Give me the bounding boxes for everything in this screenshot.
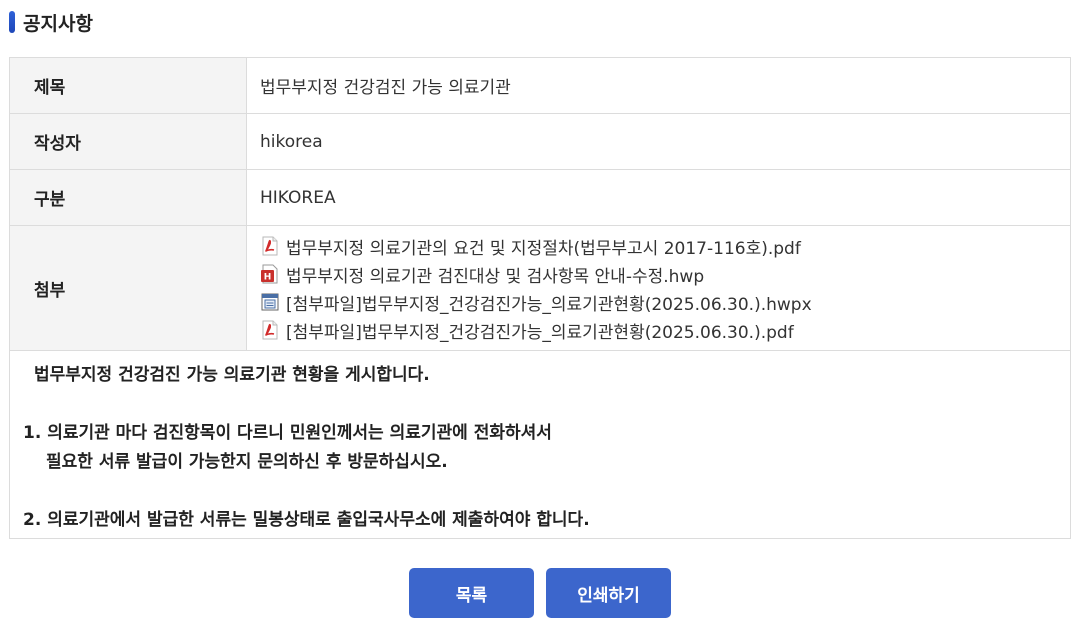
author-label: 작성자 xyxy=(9,113,247,170)
title-value: 법무부지정 건강검진 가능 의료기관 xyxy=(246,57,1071,114)
attachment-link[interactable]: 법무부지정 의료기관의 요건 및 지정절차(법무부고시 2017-116호).p… xyxy=(260,232,1070,260)
author-value: hikorea xyxy=(246,113,1071,170)
category-row: 구분 HIKOREA xyxy=(9,169,1071,226)
notice-detail-table: 제목 법무부지정 건강검진 가능 의료기관 작성자 hikorea 구분 HIK… xyxy=(9,57,1071,539)
attachments-label: 첨부 xyxy=(9,225,247,351)
hwpx-file-icon xyxy=(261,293,279,311)
attachment-link[interactable]: H 법무부지정 의료기관 검진대상 및 검사항목 안내-수정.hwp xyxy=(260,260,1070,288)
list-button[interactable]: 목록 xyxy=(409,568,534,618)
content-row: 법무부지정 건강검진 가능 의료기관 현황을 게시합니다. 1. 의료기관 마다… xyxy=(9,350,1071,539)
post-content: 법무부지정 건강검진 가능 의료기관 현황을 게시합니다. 1. 의료기관 마다… xyxy=(9,350,1071,539)
hwp-file-icon: H xyxy=(261,264,278,284)
page-title: 공지사항 xyxy=(23,12,93,35)
attachment-name: 법무부지정 의료기관 검진대상 및 검사항목 안내-수정.hwp xyxy=(286,266,705,287)
title-label: 제목 xyxy=(9,57,247,114)
pdf-file-icon xyxy=(262,236,278,256)
title-row: 제목 법무부지정 건강검진 가능 의료기관 xyxy=(9,57,1071,114)
attachment-name: 법무부지정 의료기관의 요건 및 지정절차(법무부고시 2017-116호).p… xyxy=(286,238,801,259)
attachment-list: 법무부지정 의료기관의 요건 및 지정절차(법무부고시 2017-116호).p… xyxy=(246,225,1071,351)
pdf-file-icon xyxy=(262,320,278,340)
category-value: HIKOREA xyxy=(246,169,1071,226)
content-line: 2. 의료기관에서 발급한 서류는 밀봉상태로 출입국사무소에 제출하여야 합니… xyxy=(23,510,590,530)
button-row: 목록 인쇄하기 xyxy=(0,568,1077,618)
svg-text:H: H xyxy=(264,273,272,283)
title-accent-bar xyxy=(9,11,15,33)
author-row: 작성자 hikorea xyxy=(9,113,1071,170)
attachment-name: [첨부파일]법무부지정_건강검진가능_의료기관현황(2025.06.30.).p… xyxy=(286,322,794,343)
print-button[interactable]: 인쇄하기 xyxy=(546,568,671,618)
category-label: 구분 xyxy=(9,169,247,226)
content-line: 법무부지정 건강검진 가능 의료기관 현황을 게시합니다. xyxy=(34,365,430,385)
attachment-name: [첨부파일]법무부지정_건강검진가능_의료기관현황(2025.06.30.).h… xyxy=(286,294,812,315)
content-line: 1. 의료기관 마다 검진항목이 다르니 민원인께서는 의료기관에 전화하셔서 xyxy=(23,423,552,443)
content-line: 필요한 서류 발급이 가능한지 문의하신 후 방문하십시오. xyxy=(46,452,448,472)
attachment-link[interactable]: [첨부파일]법무부지정_건강검진가능_의료기관현황(2025.06.30.).h… xyxy=(260,288,1070,316)
section-title: 공지사항 xyxy=(9,10,93,35)
attachments-row: 첨부 법무부지정 의료기관의 요건 및 지정절차(법무부고시 2017-116호… xyxy=(9,225,1071,351)
attachment-link[interactable]: [첨부파일]법무부지정_건강검진가능_의료기관현황(2025.06.30.).p… xyxy=(260,316,1070,344)
